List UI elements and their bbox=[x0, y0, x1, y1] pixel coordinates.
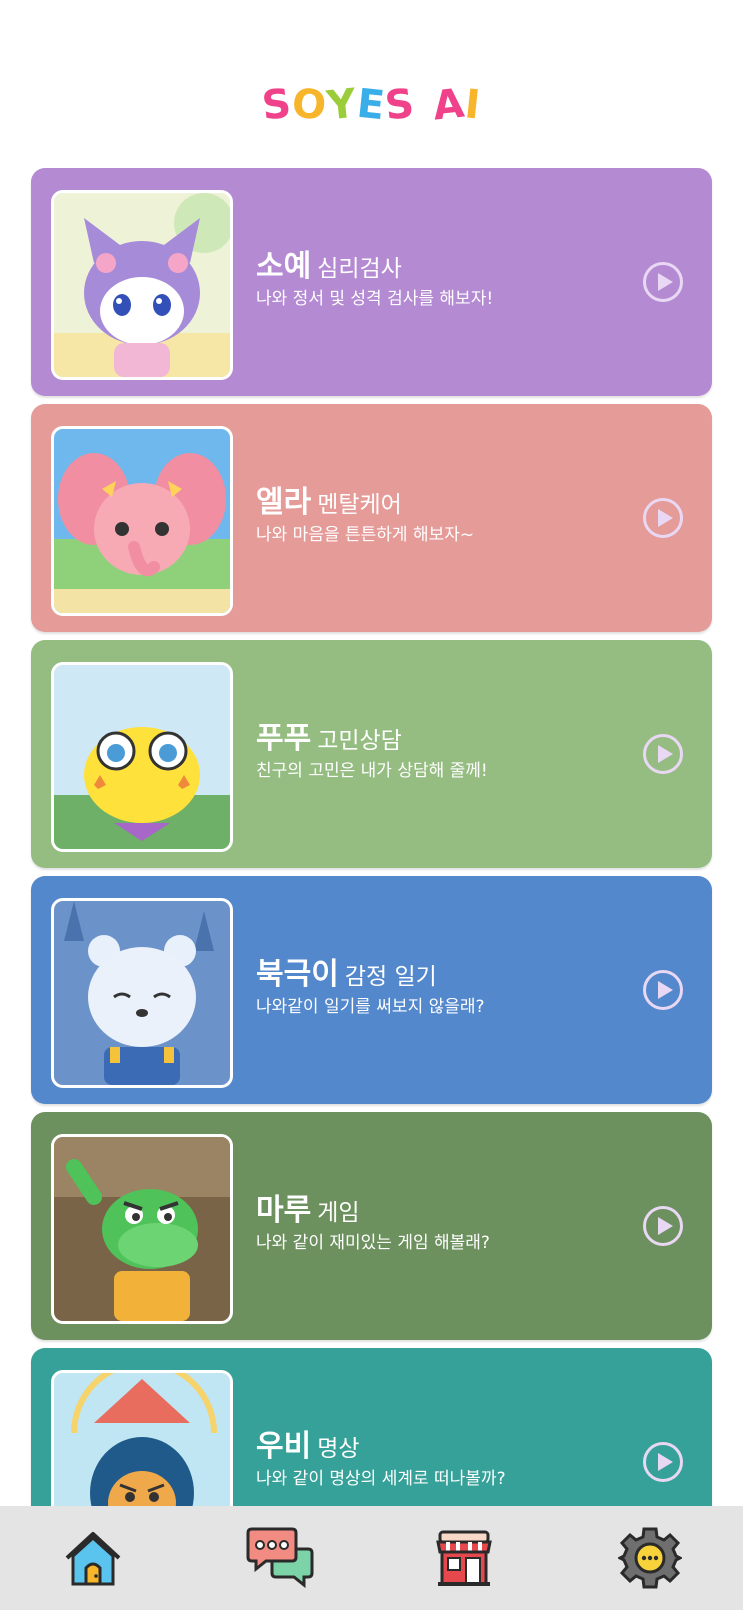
play-icon[interactable] bbox=[642, 733, 684, 775]
pink-elephant-character bbox=[51, 426, 233, 616]
card-title: 북극이 감정 일기 bbox=[256, 949, 437, 993]
logo-letter: S bbox=[382, 80, 418, 130]
green-dragon-character bbox=[51, 1134, 233, 1324]
card-description: 나와 같이 명상의 세계로 떠나볼까? bbox=[256, 1469, 506, 1489]
card-subtitle: 게임 bbox=[317, 1200, 360, 1226]
home-icon bbox=[65, 1532, 121, 1586]
character-name: 소예 bbox=[256, 249, 312, 284]
menu-card[interactable]: 북극이 감정 일기 나와같이 일기를 써보지 않을래? bbox=[31, 876, 712, 1104]
character-name: 마루 bbox=[256, 1193, 312, 1228]
logo-letter: A bbox=[430, 80, 468, 130]
card-subtitle: 명상 bbox=[317, 1436, 360, 1462]
play-icon[interactable] bbox=[642, 497, 684, 539]
menu-card[interactable]: 푸푸 고민상담 친구의 고민은 내가 상담해 줄께! bbox=[31, 640, 712, 868]
play-icon[interactable] bbox=[642, 1205, 684, 1247]
app-logo: SOYES AI bbox=[0, 80, 743, 130]
character-name: 푸푸 bbox=[256, 721, 312, 756]
store-icon bbox=[436, 1530, 493, 1586]
card-title: 우비 명상 bbox=[256, 1421, 360, 1465]
logo-letter bbox=[415, 117, 433, 119]
logo-letter: O bbox=[289, 80, 330, 130]
card-title: 푸푸 고민상담 bbox=[256, 713, 402, 757]
nav-chat-button[interactable] bbox=[244, 1523, 314, 1593]
card-subtitle: 멘탈케어 bbox=[317, 492, 402, 518]
polar-bear-character bbox=[51, 898, 233, 1088]
card-title: 엘라 멘탈케어 bbox=[256, 477, 402, 521]
purple-cat-character bbox=[51, 190, 233, 380]
card-title: 소예 심리검사 bbox=[256, 241, 402, 285]
card-subtitle: 고민상담 bbox=[317, 728, 402, 754]
menu-card[interactable]: 소예 심리검사 나와 정서 및 성격 검사를 해보자! bbox=[31, 168, 712, 396]
logo-letter: Y bbox=[324, 80, 360, 130]
nav-settings-button[interactable] bbox=[615, 1523, 685, 1593]
card-subtitle: 감정 일기 bbox=[344, 964, 437, 990]
character-name: 엘라 bbox=[256, 485, 312, 520]
card-description: 나와 정서 및 성격 검사를 해보자! bbox=[256, 289, 494, 309]
yellow-frog-character bbox=[51, 662, 233, 852]
card-subtitle: 심리검사 bbox=[317, 256, 402, 282]
card-title: 마루 게임 bbox=[256, 1185, 360, 1229]
card-description: 친구의 고민은 내가 상담해 줄께! bbox=[256, 761, 488, 781]
play-icon[interactable] bbox=[642, 1441, 684, 1483]
play-icon[interactable] bbox=[642, 261, 684, 303]
nav-store-button[interactable] bbox=[429, 1523, 499, 1593]
logo-letter: I bbox=[462, 81, 484, 129]
card-description: 나와 마음을 튼튼하게 해보자~ bbox=[256, 525, 475, 545]
nav-home-button[interactable] bbox=[58, 1523, 128, 1593]
character-name: 우비 bbox=[256, 1429, 312, 1464]
card-description: 나와 같이 재미있는 게임 해볼래? bbox=[256, 1233, 490, 1253]
bottom-navigation-bar bbox=[0, 1506, 743, 1610]
menu-card-list: 소예 심리검사 나와 정서 및 성격 검사를 해보자! 엘라 멘탈케어 나와 마음을… bbox=[31, 168, 712, 1584]
play-icon[interactable] bbox=[642, 969, 684, 1011]
character-name: 북극이 bbox=[256, 957, 339, 992]
card-description: 나와같이 일기를 써보지 않을래? bbox=[256, 997, 485, 1017]
settings-icon bbox=[618, 1527, 683, 1589]
chat-icon bbox=[246, 1527, 314, 1589]
menu-card[interactable]: 엘라 멘탈케어 나와 마음을 튼튼하게 해보자~ bbox=[31, 404, 712, 632]
menu-card[interactable]: 마루 게임 나와 같이 재미있는 게임 해볼래? bbox=[31, 1112, 712, 1340]
